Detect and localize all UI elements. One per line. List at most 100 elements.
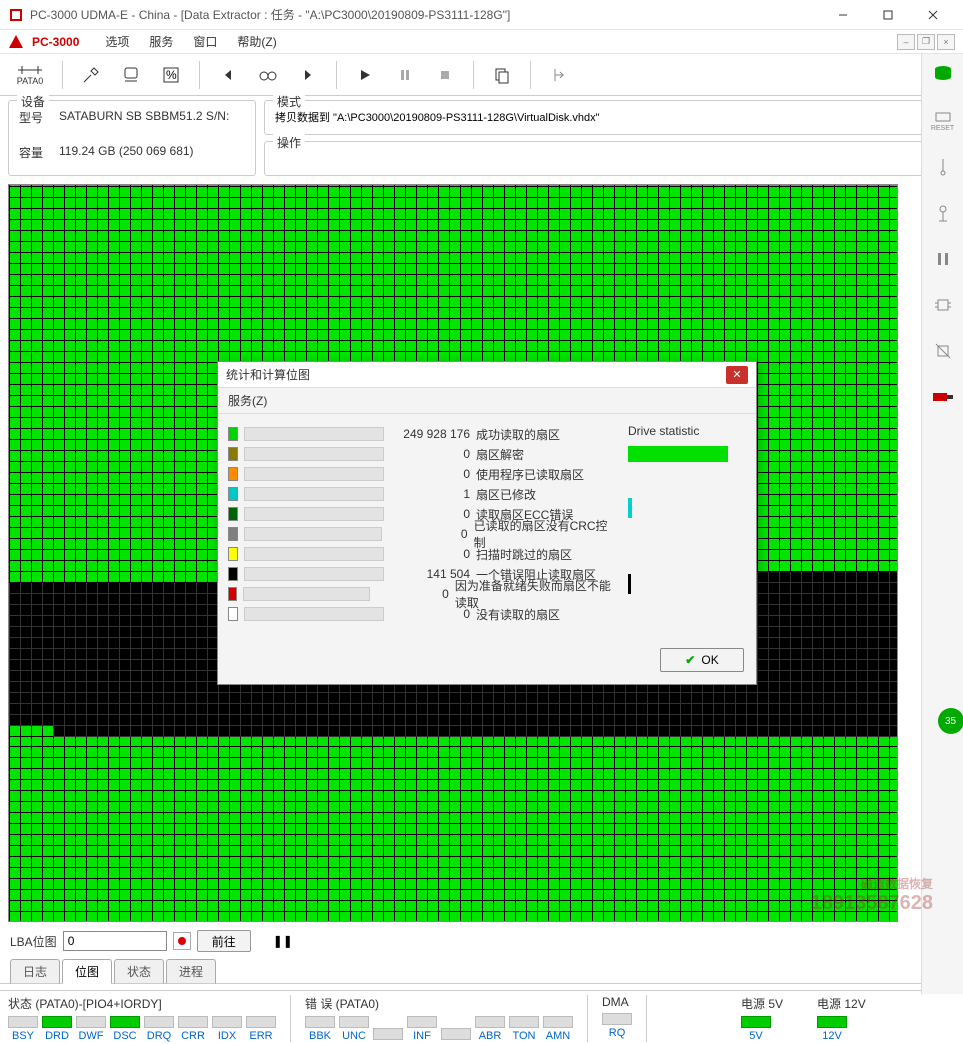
dialog-menu-service[interactable]: 服务(Z) — [218, 388, 756, 414]
stat-value: 0 — [376, 587, 449, 601]
stat-bar — [244, 547, 384, 561]
led-5v: 5V — [741, 1016, 771, 1042]
pause-indicator[interactable]: ❚❚ — [273, 934, 293, 949]
stat-value: 0 — [390, 507, 470, 521]
device-fieldset: 设备 型号SATABURN SB SBBM51.2 S/N: 容量119.24 … — [8, 100, 256, 176]
stat-row: 0使用程序已读取扇区 — [228, 464, 618, 484]
color-swatch — [228, 467, 238, 481]
mdi-controls: – ❐ × — [897, 34, 955, 50]
ok-button[interactable]: ✔ OK — [660, 648, 744, 672]
stat-row: 0扫描时跳过的扇区 — [228, 544, 618, 564]
led-bbk: BBK — [305, 1016, 335, 1042]
tab-log[interactable]: 日志 — [10, 959, 60, 984]
led-ton: TON — [509, 1016, 539, 1042]
dialog-close-button[interactable]: ✕ — [726, 366, 748, 384]
mdi-restore-button[interactable]: ❐ — [917, 34, 935, 50]
stat-row: 0扇区解密 — [228, 444, 618, 464]
led-drq: DRQ — [144, 1016, 174, 1042]
model-label: 型号 — [19, 109, 59, 126]
mdi-close-button[interactable]: × — [937, 34, 955, 50]
drive-stat-bar-green — [628, 446, 728, 462]
connector-icon[interactable] — [928, 382, 958, 412]
led-crr: CRR — [178, 1016, 208, 1042]
menu-help[interactable]: 帮助(Z) — [229, 31, 284, 52]
stat-row: 1扇区已修改 — [228, 484, 618, 504]
status-pata-header: 状态 (PATA0)-[PIO4+IORDY] — [8, 995, 276, 1012]
mode-legend: 模式 — [273, 93, 305, 110]
pata0-button[interactable]: PATA0 — [8, 58, 52, 92]
stat-bar — [243, 587, 370, 601]
stat-bar — [244, 507, 384, 521]
maximize-button[interactable] — [865, 0, 910, 30]
window-title: PC-3000 UDMA-E - China - [Data Extractor… — [30, 6, 820, 23]
device-icon[interactable] — [113, 58, 149, 92]
color-swatch — [228, 427, 238, 441]
copy-icon[interactable] — [484, 58, 520, 92]
exit-icon[interactable] — [541, 58, 577, 92]
led-bsy: BSY — [8, 1016, 38, 1042]
goto-end-icon[interactable] — [290, 58, 326, 92]
stat-value: 0 — [390, 607, 470, 621]
mode-value: 拷贝数据到 "A:\PC3000\20190809-PS3111-128G\Vi… — [275, 109, 944, 125]
window-titlebar: PC-3000 UDMA-E - China - [Data Extractor… — [0, 0, 963, 30]
stat-row: 0 没有读取的扇区 — [228, 604, 618, 624]
app-label: PC-3000 — [32, 35, 79, 49]
reset-icon[interactable]: RESET — [928, 106, 958, 136]
head-icon[interactable] — [928, 198, 958, 228]
errors-pata-header: 错 误 (PATA0) — [305, 995, 573, 1012]
binoculars-icon[interactable] — [250, 58, 286, 92]
dialog-title: 统计和计算位图 — [226, 366, 726, 383]
record-indicator[interactable] — [173, 932, 191, 950]
led-dwf: DWF — [76, 1016, 106, 1042]
arm-icon[interactable] — [928, 152, 958, 182]
color-swatch — [228, 567, 238, 581]
chip-icon[interactable] — [928, 290, 958, 320]
stat-label: 使用程序已读取扇区 — [476, 466, 584, 483]
percent-icon[interactable]: % — [153, 58, 189, 92]
stat-row: 0因为准备就绪失败而扇区不能读取 — [228, 584, 618, 604]
close-button[interactable] — [910, 0, 955, 30]
drive-stat-tick-cyan — [628, 498, 632, 518]
stat-label: 没有读取的扇区 — [476, 606, 560, 623]
stat-bar — [244, 447, 384, 461]
goto-button[interactable]: 前往 — [197, 930, 251, 952]
menu-service[interactable]: 服务 — [141, 31, 181, 52]
play-button[interactable] — [347, 58, 383, 92]
led-blank — [373, 1028, 403, 1042]
stop-button[interactable] — [427, 58, 463, 92]
svg-text:%: % — [166, 68, 177, 82]
led-blank — [441, 1028, 471, 1042]
menu-window[interactable]: 窗口 — [185, 31, 225, 52]
drive-icon[interactable] — [928, 60, 958, 90]
lba-input[interactable] — [63, 931, 167, 951]
tab-process[interactable]: 进程 — [166, 959, 216, 984]
operation-fieldset: 操作 — [264, 141, 955, 176]
stat-value: 249 928 176 — [390, 427, 470, 441]
tab-status[interactable]: 状态 — [114, 959, 164, 984]
led-err: ERR — [246, 1016, 276, 1042]
power12-header: 电源 12V — [817, 995, 866, 1012]
capacity-value: 119.24 GB (250 069 681) — [59, 144, 194, 161]
led-drd: DRD — [42, 1016, 72, 1042]
chip2-icon[interactable] — [928, 336, 958, 366]
led-unc: UNC — [339, 1016, 369, 1042]
capacity-label: 容量 — [19, 144, 59, 161]
errors-pata-group: 错 误 (PATA0) BBKUNCINFABRTONAMN — [305, 995, 573, 1042]
color-swatch — [228, 527, 238, 541]
goto-start-icon[interactable] — [210, 58, 246, 92]
tab-bitmap[interactable]: 位图 — [62, 959, 112, 984]
menu-options[interactable]: 选项 — [97, 31, 137, 52]
stat-bar — [244, 467, 384, 481]
stat-row: 249 928 176成功读取的扇区 — [228, 424, 618, 444]
led-inf: INF — [407, 1016, 437, 1042]
stat-value: 0 — [388, 527, 467, 541]
pause-side-icon[interactable] — [928, 244, 958, 274]
power12-group: 电源 12V 12V — [817, 995, 866, 1042]
tools-icon[interactable] — [73, 58, 109, 92]
mdi-minimize-button[interactable]: – — [897, 34, 915, 50]
minimize-button[interactable] — [820, 0, 865, 30]
led-dsc: DSC — [110, 1016, 140, 1042]
drive-statistic-panel: Drive statistic — [628, 424, 746, 630]
pause-button[interactable] — [387, 58, 423, 92]
led-abr: ABR — [475, 1016, 505, 1042]
